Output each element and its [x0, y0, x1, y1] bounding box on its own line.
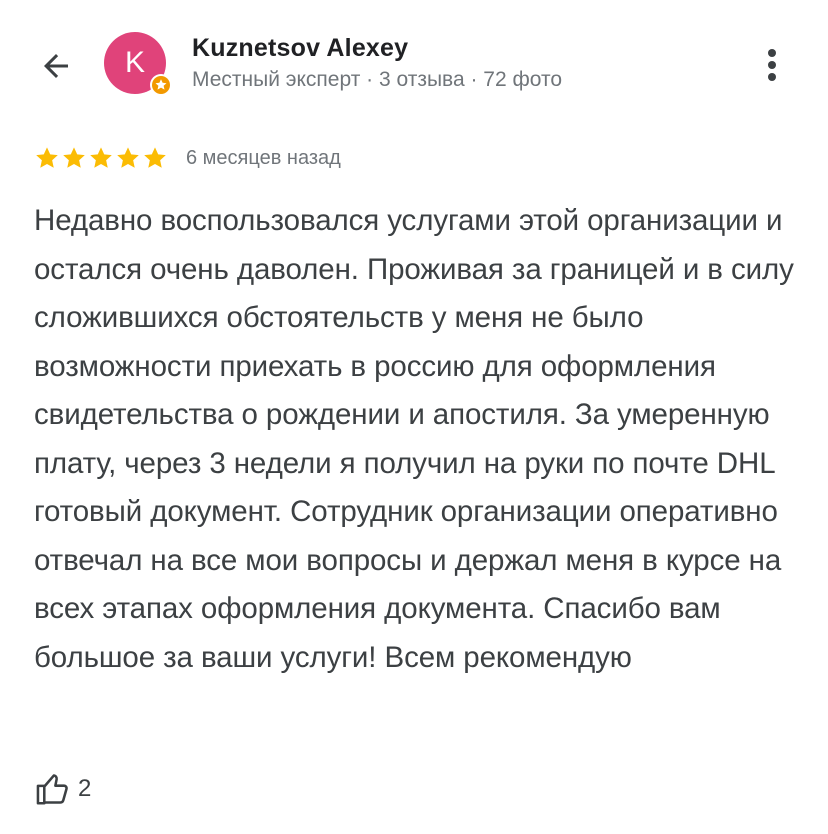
avatar-letter: K: [124, 46, 145, 79]
user-meta: Местный эксперт · 3 отзыва · 72 фото: [192, 68, 563, 91]
star-icon: [117, 147, 139, 168]
review-date: 6 месяцев назад: [186, 146, 341, 169]
star-rating: [34, 145, 168, 171]
rating-row: 6 месяцев назад: [34, 145, 341, 171]
user-name[interactable]: Kuznetsov Alexey: [192, 34, 408, 63]
local-guide-badge-icon: [150, 74, 172, 96]
arrow-left-icon: [44, 54, 68, 78]
like-button[interactable]: 2: [34, 770, 91, 808]
star-icon: [144, 147, 166, 168]
star-icon: [63, 147, 85, 168]
more-options-button[interactable]: [752, 40, 792, 90]
review-text: Недавно воспользовался услугами этой орг…: [34, 204, 794, 674]
like-count: 2: [78, 775, 92, 802]
back-button[interactable]: [34, 44, 78, 88]
more-vertical-icon: [768, 49, 776, 81]
star-icon: [36, 147, 58, 168]
thumbs-up-icon: [36, 774, 68, 805]
star-icon: [90, 147, 112, 168]
avatar-container[interactable]: K: [104, 32, 172, 98]
